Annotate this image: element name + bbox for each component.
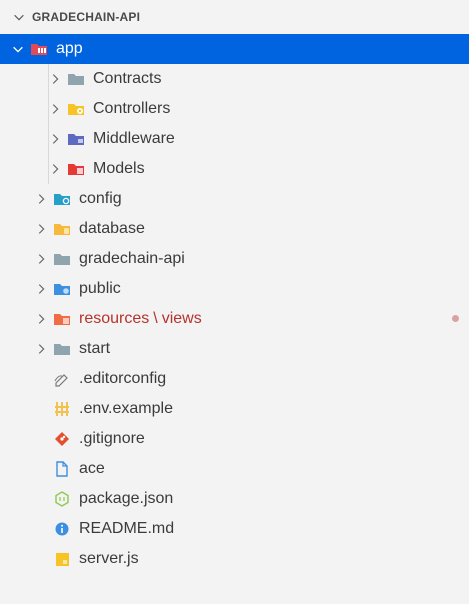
info-icon xyxy=(53,521,71,537)
editorconfig-icon xyxy=(53,371,71,387)
public-folder-icon xyxy=(53,281,71,297)
tree-item-models[interactable]: Models xyxy=(10,154,469,184)
tree-item-label-views: views xyxy=(161,310,202,327)
tree-item-package-json[interactable]: package.json xyxy=(10,484,469,514)
tree-item-gitignore[interactable]: .gitignore xyxy=(10,424,469,454)
chevron-right-icon xyxy=(33,251,49,267)
env-file-icon xyxy=(53,401,71,417)
folder-icon xyxy=(53,251,71,267)
chevron-right-icon xyxy=(33,281,49,297)
folder-icon xyxy=(53,341,71,357)
file-tree: app Contracts Controllers Middleware Mod… xyxy=(0,34,469,574)
models-folder-icon xyxy=(67,161,85,177)
tree-item-database[interactable]: database xyxy=(10,214,469,244)
file-icon xyxy=(53,461,71,477)
tree-item-ace[interactable]: ace xyxy=(10,454,469,484)
chevron-right-icon xyxy=(33,191,49,207)
tree-item-label: Contracts xyxy=(93,70,162,87)
workspace-title: GRADECHAIN-API xyxy=(32,10,141,24)
tree-item-app[interactable]: app xyxy=(0,34,469,64)
tree-item-label: Models xyxy=(93,160,145,177)
tree-item-label: .gitignore xyxy=(79,430,145,447)
tree-item-label: database xyxy=(79,220,145,237)
git-icon xyxy=(53,431,71,447)
tree-item-public[interactable]: public xyxy=(10,274,469,304)
tree-item-label: config xyxy=(79,190,122,207)
tree-item-label: README.md xyxy=(79,520,175,537)
tree-item-middleware[interactable]: Middleware xyxy=(10,124,469,154)
file-explorer: GRADECHAIN-API app Contracts Controllers… xyxy=(0,0,469,604)
tree-item-contracts[interactable]: Contracts xyxy=(10,64,469,94)
chevron-right-icon xyxy=(47,131,63,147)
tree-item-label: .env.example xyxy=(79,400,173,417)
tree-item-label: package.json xyxy=(79,490,174,507)
config-folder-icon xyxy=(53,191,71,207)
chevron-right-icon xyxy=(47,161,63,177)
modified-indicator xyxy=(452,315,459,322)
tree-item-start[interactable]: start xyxy=(10,334,469,364)
folder-icon xyxy=(67,71,85,87)
tree-item-label: .editorconfig xyxy=(79,370,167,387)
chevron-right-icon xyxy=(33,221,49,237)
app-folder-icon xyxy=(30,41,48,57)
tree-item-resources-views[interactable]: resources \ views xyxy=(10,304,469,334)
chevron-right-icon xyxy=(47,101,63,117)
middleware-folder-icon xyxy=(67,131,85,147)
tree-item-label-resources: resources xyxy=(79,310,150,327)
tree-item-label: ace xyxy=(79,460,105,477)
tree-item-env-example[interactable]: .env.example xyxy=(10,394,469,424)
chevron-right-icon xyxy=(33,341,49,357)
tree-item-label: Middleware xyxy=(93,130,175,147)
javascript-icon xyxy=(53,551,71,567)
chevron-right-icon xyxy=(33,311,49,327)
tree-item-editorconfig[interactable]: .editorconfig xyxy=(10,364,469,394)
tree-item-label: app xyxy=(56,40,83,57)
resources-folder-icon xyxy=(53,311,71,327)
path-separator: \ xyxy=(153,310,158,327)
nodejs-icon xyxy=(53,491,71,507)
explorer-section-header[interactable]: GRADECHAIN-API xyxy=(10,0,469,34)
tree-item-controllers[interactable]: Controllers xyxy=(10,94,469,124)
tree-item-gradechain-api[interactable]: gradechain-api xyxy=(10,244,469,274)
tree-item-server-js[interactable]: server.js xyxy=(10,544,469,574)
tree-item-label: gradechain-api xyxy=(79,250,185,267)
tree-item-config[interactable]: config xyxy=(10,184,469,214)
database-folder-icon xyxy=(53,221,71,237)
controllers-folder-icon xyxy=(67,101,85,117)
tree-item-label: start xyxy=(79,340,111,357)
tree-item-label: public xyxy=(79,280,121,297)
chevron-right-icon xyxy=(47,71,63,87)
tree-item-readme[interactable]: README.md xyxy=(10,514,469,544)
chevron-down-icon xyxy=(14,14,24,21)
tree-item-label: Controllers xyxy=(93,100,171,117)
tree-item-label: server.js xyxy=(79,550,139,567)
chevron-down-icon xyxy=(10,41,26,57)
